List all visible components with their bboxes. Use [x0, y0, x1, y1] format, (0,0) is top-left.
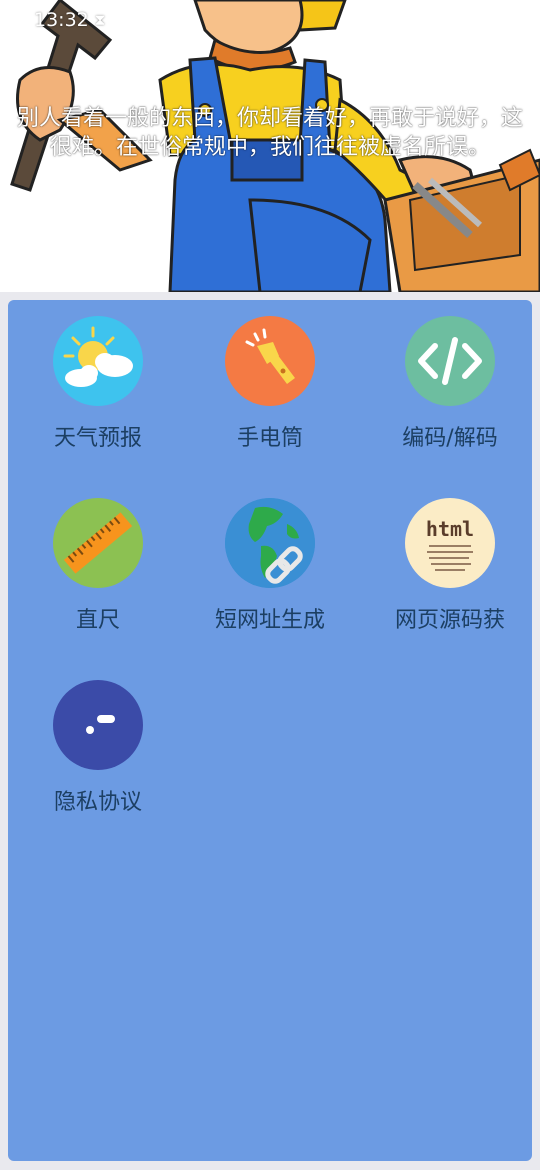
- hourglass-icon: ⧗: [94, 11, 106, 29]
- tool-label: 编码/解码: [402, 426, 498, 451]
- html-source-icon: html: [405, 498, 495, 588]
- tool-ruler[interactable]: 直尺: [8, 498, 188, 634]
- code-icon: [405, 316, 495, 406]
- tool-label: 手电筒: [236, 426, 303, 451]
- tool-label: 隐私协议: [53, 790, 142, 815]
- tool-label: 短网址生成: [214, 608, 325, 633]
- privacy-icon: [53, 680, 143, 770]
- tool-short-url[interactable]: 短网址生成: [180, 498, 360, 634]
- ruler-icon: [53, 498, 143, 588]
- app-screen: 13:32 ⧗ 别人看着一般的东西，你却看着好，再敢于说好，这很难。在世俗常规中…: [0, 0, 540, 1170]
- tool-weather[interactable]: 天气预报: [8, 316, 188, 452]
- weather-icon: [53, 316, 143, 406]
- tool-encode-decode[interactable]: 编码/解码: [360, 316, 540, 452]
- tool-label: 直尺: [75, 608, 120, 633]
- tool-privacy-policy[interactable]: 隐私协议: [8, 680, 188, 816]
- tool-label: 天气预报: [53, 426, 142, 451]
- globe-link-icon: [225, 498, 315, 588]
- status-time: 13:32: [34, 9, 89, 31]
- flashlight-icon: [225, 316, 315, 406]
- tool-label: 网页源码获: [394, 608, 505, 633]
- tool-flashlight[interactable]: 手电筒: [180, 316, 360, 452]
- tools-panel: 天气预报 手电筒 编码/解码 直尺 短网址生成 html 网页源码获 隐私协议: [8, 300, 532, 1161]
- svg-text:html: html: [426, 517, 474, 541]
- header-quote: 别人看着一般的东西，你却看着好，再敢于说好，这很难。在世俗常规中，我们往往被虚名…: [16, 106, 523, 160]
- tool-page-source[interactable]: html 网页源码获: [360, 498, 540, 634]
- header-banner: 13:32 ⧗ 别人看着一般的东西，你却看着好，再敢于说好，这很难。在世俗常规中…: [0, 0, 540, 292]
- status-bar: 13:32 ⧗: [0, 0, 540, 40]
